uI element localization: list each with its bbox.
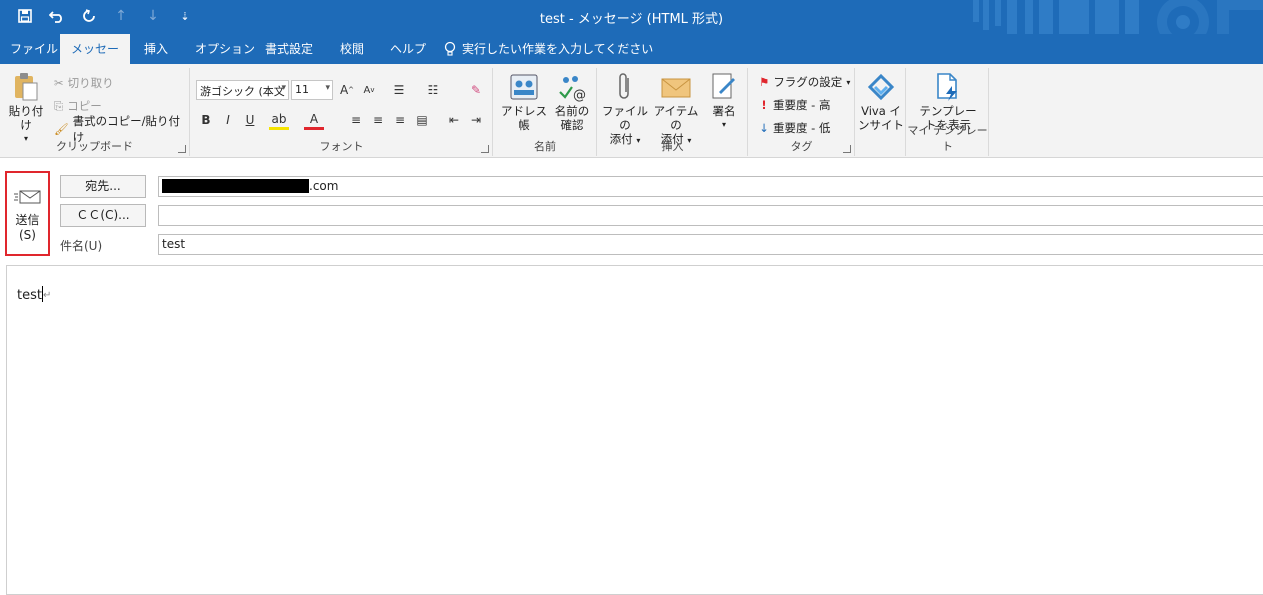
group-label-tags: タグ <box>790 140 813 153</box>
group-names: アドレス帳 @ 名前の 確認 名前 <box>494 68 597 156</box>
message-body[interactable]: test↵ <box>6 265 1263 595</box>
increase-indent-icon[interactable]: ⇥ <box>466 110 486 130</box>
flag-icon: ⚑ <box>759 75 770 89</box>
send-label: 送信 <box>15 213 40 227</box>
templates-icon <box>933 72 963 102</box>
group-label-include: 挿入 <box>661 140 684 153</box>
follow-up-dropdown-icon: ▾ <box>846 77 851 87</box>
group-viva: Viva イ ンサイト <box>856 68 906 156</box>
down-arrow-icon: ↓ <box>759 121 769 135</box>
tell-me-box[interactable]: 実行したい作業を入力してください <box>444 34 653 64</box>
send-shortcut: (S) <box>19 228 36 242</box>
subject-field[interactable]: test <box>158 234 1263 255</box>
group-my-templates: テンプレー トを表示 マイ テンプレート <box>907 68 989 156</box>
grow-font-icon[interactable]: A ^ <box>337 80 357 100</box>
group-label-font: フォント <box>319 140 364 153</box>
address-book-button[interactable]: アドレス帳 <box>498 72 550 132</box>
cut-button[interactable]: ✂ 切り取り <box>54 73 114 93</box>
viva-insights-icon <box>866 72 896 102</box>
cc-button[interactable]: ＣＣ(C)... <box>60 204 146 227</box>
italic-icon[interactable]: I <box>218 110 238 130</box>
attach-file-button[interactable]: ファイルの 添付 ▾ <box>600 72 650 148</box>
paste-button[interactable]: 貼り付け ▾ <box>4 72 48 146</box>
group-include: ファイルの 添付 ▾ アイテムの 添付 ▾ 署名 ▾ 挿入 <box>598 68 748 156</box>
follow-up-button[interactable]: ⚑ フラグの設定 ▾ <box>759 72 850 92</box>
cc-field[interactable] <box>158 205 1263 226</box>
ribbon: 貼り付け ▾ ✂ 切り取り ⎘ コピー 🖌 書式のコピー/貼り付け クリップボー… <box>0 64 1263 158</box>
align-right-icon[interactable]: ≡ <box>390 110 410 130</box>
exclamation-icon: ! <box>761 98 767 112</box>
to-button[interactable]: 宛先... <box>60 175 146 198</box>
numbering-icon[interactable]: ☷ <box>423 80 443 100</box>
scissors-icon: ✂ <box>54 76 64 90</box>
group-font: 游ゴシック (本文 11 A^ Av ☰ ☷ ✎ B I U ab A ≡ ≡ … <box>191 68 493 156</box>
bold-icon[interactable]: B <box>196 110 216 130</box>
tab-review[interactable]: 校閲 <box>330 34 374 64</box>
copy-icon: ⎘ <box>54 98 64 113</box>
to-field[interactable]: .com <box>158 176 1263 197</box>
paste-icon <box>11 72 41 102</box>
font-size-select[interactable]: 11 <box>291 80 333 100</box>
envelope-icon <box>661 72 691 102</box>
tab-insert[interactable]: 挿入 <box>134 34 178 64</box>
align-center-icon[interactable]: ≡ <box>368 110 388 130</box>
tags-launcher-icon[interactable] <box>843 145 851 153</box>
paperclip-icon <box>610 72 640 102</box>
svg-text:@: @ <box>573 88 586 102</box>
clipboard-launcher-icon[interactable] <box>178 145 186 153</box>
group-label-my-templates: マイ テンプレート <box>907 124 988 153</box>
address-book-icon <box>509 72 539 102</box>
tell-me-text: 実行したい作業を入力してください <box>462 42 654 56</box>
shrink-font-icon[interactable]: Av <box>359 80 379 100</box>
paragraph-mark-icon: ↵ <box>42 290 52 301</box>
clear-formatting-icon[interactable]: ✎ <box>466 80 486 100</box>
highlight-icon[interactable]: ab <box>269 110 289 130</box>
body-text: test <box>17 288 42 303</box>
group-label-clipboard: クリップボード <box>56 140 133 153</box>
send-button[interactable]: 送信 (S) <box>5 171 50 256</box>
group-label-names: 名前 <box>534 140 556 153</box>
high-importance-button[interactable]: ! 重要度 - 高 <box>759 95 830 115</box>
align-left-icon[interactable]: ≡ <box>346 110 366 130</box>
tab-message[interactable]: メッセージ <box>60 34 130 86</box>
paintbrush-icon: 🖌 <box>54 122 69 136</box>
tab-file[interactable]: ファイル <box>0 34 68 64</box>
font-name-select[interactable]: 游ゴシック (本文 <box>196 80 289 100</box>
subject-label: 件名(U) <box>60 239 103 253</box>
check-names-icon: @ <box>557 72 587 102</box>
lightbulb-icon <box>444 41 456 56</box>
bullets-icon[interactable]: ☰ <box>389 80 409 100</box>
font-color-icon[interactable]: A <box>304 110 324 130</box>
decrease-indent-icon[interactable]: ⇤ <box>444 110 464 130</box>
signature-icon <box>709 72 739 102</box>
message-header: 送信 (S) 宛先... .com ＣＣ(C)... 件名(U) test <box>0 158 1263 264</box>
tab-options[interactable]: オプション <box>185 34 265 64</box>
redacted-address <box>162 179 309 193</box>
to-field-suffix: .com <box>309 179 339 193</box>
underline-icon[interactable]: U <box>240 110 260 130</box>
group-clipboard: 貼り付け ▾ ✂ 切り取り ⎘ コピー 🖌 書式のコピー/貼り付け クリップボー… <box>0 68 190 156</box>
justify-icon[interactable]: ▤ <box>412 110 432 130</box>
tab-format-text[interactable]: 書式設定 <box>255 34 323 64</box>
font-launcher-icon[interactable] <box>481 145 489 153</box>
group-tags: ⚑ フラグの設定 ▾ ! 重要度 - 高 ↓ 重要度 - 低 タグ <box>749 68 855 156</box>
signature-button[interactable]: 署名 ▾ <box>704 72 744 132</box>
signature-dropdown-icon: ▾ <box>721 120 726 129</box>
viva-insights-button[interactable]: Viva イ ンサイト <box>856 72 906 132</box>
attach-item-button[interactable]: アイテムの 添付 ▾ <box>650 72 702 148</box>
ribbon-tabs: ファイル メッセージ 挿入 オプション 書式設定 校閲 ヘルプ 実行したい作業を… <box>0 34 1263 86</box>
format-painter-button[interactable]: 🖌 書式のコピー/貼り付け <box>54 114 189 144</box>
tab-help[interactable]: ヘルプ <box>380 34 436 64</box>
check-names-button[interactable]: @ 名前の 確認 <box>550 72 594 132</box>
send-envelope-icon <box>13 190 40 204</box>
low-importance-button[interactable]: ↓ 重要度 - 低 <box>759 118 830 138</box>
